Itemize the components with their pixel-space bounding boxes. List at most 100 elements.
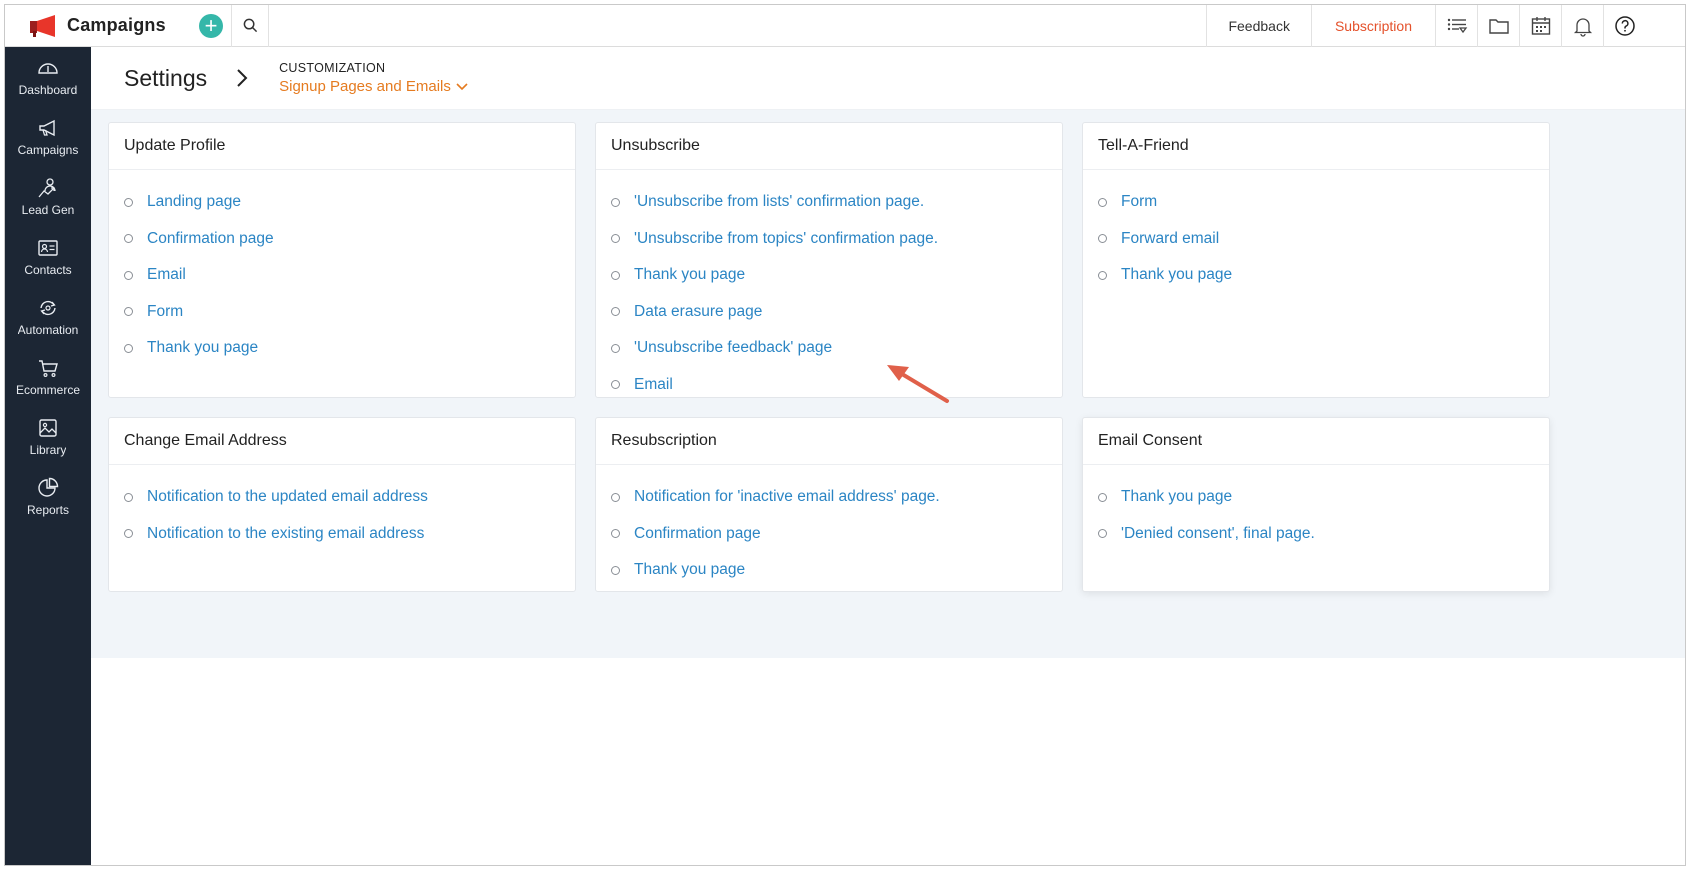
settings-link[interactable]: Form (1121, 193, 1157, 211)
lead-gen-icon (38, 178, 56, 198)
bullet-icon (124, 343, 133, 353)
card-title: Tell-A-Friend (1083, 123, 1549, 170)
list-item: Thank you page (611, 257, 1062, 294)
settings-link[interactable]: Thank you page (634, 266, 745, 284)
list-item: Email (124, 257, 575, 294)
card-title: Change Email Address (109, 418, 575, 465)
calendar-icon (1531, 16, 1550, 35)
sidebar-item-dashboard[interactable]: Dashboard (5, 47, 91, 107)
settings-link[interactable]: Thank you page (1121, 266, 1232, 284)
settings-link[interactable]: Email (634, 376, 673, 394)
breadcrumb-section: CUSTOMIZATION (279, 61, 386, 75)
folder-button[interactable] (1477, 5, 1519, 47)
divider (268, 5, 269, 47)
bullet-icon (611, 197, 620, 207)
settings-link[interactable]: Thank you page (634, 561, 745, 579)
bullet-icon (1098, 492, 1107, 502)
list-item: Landing page (124, 184, 575, 221)
sidebar-item-label: Campaigns (17, 143, 79, 157)
settings-link[interactable]: 'Unsubscribe from lists' confirmation pa… (634, 193, 924, 211)
bullet-icon (124, 234, 133, 244)
list-item: Data erasure page (611, 294, 1062, 331)
bullet-icon (124, 307, 133, 317)
search-button[interactable] (232, 5, 268, 47)
cart-icon (39, 360, 58, 378)
page-title: Settings (124, 64, 208, 91)
settings-link[interactable]: Form (147, 303, 183, 321)
sidebar-item-ecommerce[interactable]: Ecommerce (5, 347, 91, 407)
settings-link[interactable]: Notification for 'inactive email address… (634, 488, 940, 506)
bullet-icon (611, 234, 620, 244)
add-icon[interactable]: + (199, 13, 223, 38)
bullet-icon (611, 380, 620, 390)
settings-link[interactable]: 'Unsubscribe feedback' page (634, 339, 832, 357)
bullet-icon (611, 565, 620, 575)
settings-link[interactable]: Email (147, 266, 186, 284)
sidebar-item-contacts[interactable]: Contacts (5, 227, 91, 287)
bullet-icon (124, 492, 133, 502)
list-item: Forward email (1098, 221, 1549, 258)
bullet-icon (1098, 529, 1107, 539)
settings-link[interactable]: 'Denied consent', final page. (1121, 525, 1315, 543)
settings-link[interactable]: Forward email (1121, 230, 1219, 248)
card-title: Unsubscribe (596, 123, 1062, 170)
folder-icon (1488, 18, 1509, 34)
settings-link[interactable]: Confirmation page (147, 230, 274, 248)
app-name: Campaigns (67, 15, 166, 35)
list-item: Form (124, 294, 575, 331)
list-item: Thank you page (124, 330, 575, 367)
sidebar-item-library[interactable]: Library (5, 407, 91, 467)
link-list: Thank you page 'Denied consent', final pa… (1083, 465, 1549, 552)
sidebar-item-automation[interactable]: Automation (5, 287, 91, 347)
settings-card: Change Email Address Notification to the … (108, 417, 576, 592)
bullet-icon (611, 343, 620, 353)
list-item: Email (611, 367, 1062, 404)
settings-card: Tell-A-Friend Form Forward email Thank you … (1082, 122, 1550, 398)
bullet-icon (1098, 197, 1107, 207)
search-icon (243, 18, 257, 33)
pie-chart-icon (38, 477, 59, 497)
settings-content: Update Profile Landing page Confirmation p… (91, 110, 1685, 658)
bullet-icon (124, 270, 133, 280)
bullet-icon (611, 492, 620, 502)
bullet-icon (1098, 270, 1107, 280)
settings-link[interactable]: Notification to the existing email addre… (147, 525, 424, 543)
chevron-right-icon (237, 69, 248, 87)
settings-link[interactable]: Thank you page (1121, 488, 1232, 506)
bullet-icon (1098, 234, 1107, 244)
bullet-icon (611, 270, 620, 280)
list-item: 'Denied consent', final page. (1098, 516, 1549, 553)
settings-link[interactable]: Data erasure page (634, 303, 762, 321)
list-filter-icon (1447, 18, 1467, 33)
settings-link[interactable]: Notification to the updated email addres… (147, 488, 428, 506)
settings-card: Resubscription Notification for 'inactive… (595, 417, 1063, 592)
bullet-icon (611, 529, 620, 539)
feedback-link[interactable]: Feedback (1206, 5, 1310, 47)
contact-card-icon (38, 240, 58, 256)
sidebar-item-reports[interactable]: Reports (5, 467, 91, 527)
section-dropdown[interactable]: Signup Pages and Emails (279, 78, 468, 95)
sidebar-item-lead-gen[interactable]: Lead Gen (5, 167, 91, 227)
settings-link[interactable]: Landing page (147, 193, 241, 211)
link-list: Form Forward email Thank you page (1083, 170, 1549, 294)
list-filter-button[interactable] (1435, 5, 1477, 47)
list-item: 'Unsubscribe from lists' confirmation pa… (611, 184, 1062, 221)
settings-link[interactable]: Thank you page (147, 339, 258, 357)
campaigns-logo-icon (30, 14, 55, 37)
settings-card: Email Consent Thank you page 'Denied conse… (1082, 417, 1550, 592)
list-item: Thank you page (1098, 257, 1549, 294)
help-button[interactable] (1603, 5, 1645, 47)
top-bar: Campaigns + Feedback Subscription (5, 5, 1685, 47)
sidebar-item-campaigns[interactable]: Campaigns (5, 107, 91, 167)
list-item: Notification to the existing email addre… (124, 516, 575, 553)
calendar-button[interactable] (1519, 5, 1561, 47)
notifications-button[interactable] (1561, 5, 1603, 47)
subscription-link[interactable]: Subscription (1310, 5, 1435, 47)
settings-link[interactable]: 'Unsubscribe from topics' confirmation p… (634, 230, 938, 248)
sidebar-item-label: Ecommerce (15, 383, 80, 397)
settings-link[interactable]: Confirmation page (634, 525, 761, 543)
brand[interactable]: Campaigns (5, 5, 193, 46)
top-right-actions: Feedback Subscription (1206, 5, 1645, 47)
list-item: Thank you page (611, 552, 1062, 589)
list-item: 'Unsubscribe from topics' confirmation p… (611, 221, 1062, 258)
